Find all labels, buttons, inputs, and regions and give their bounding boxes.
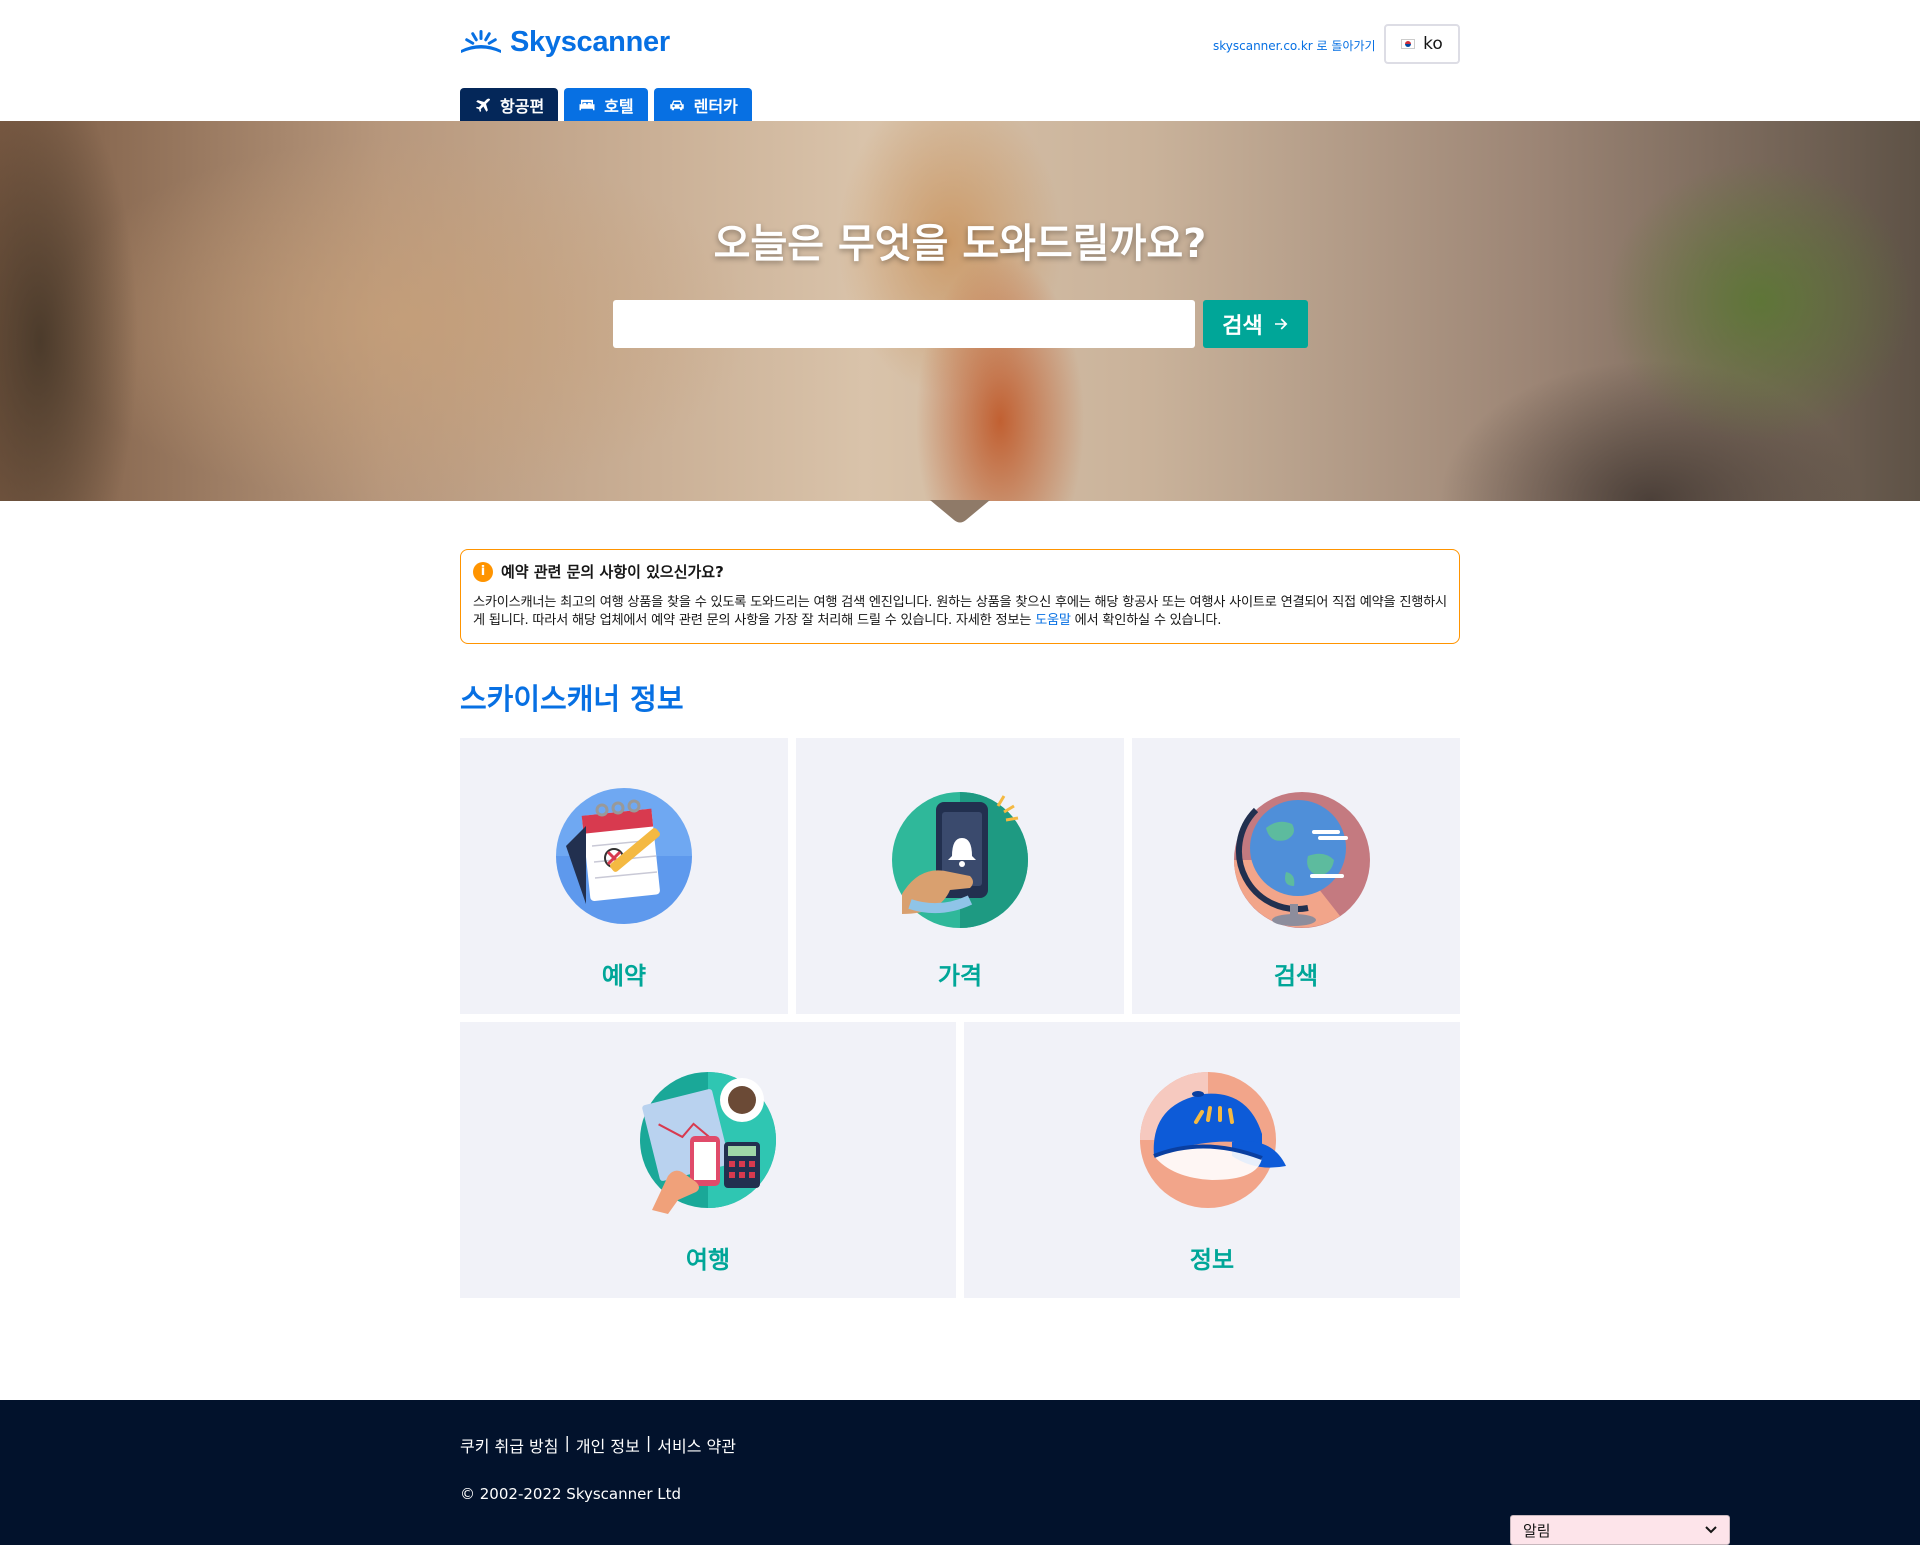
card-price[interactable]: 가격 [796,738,1124,1014]
info-icon: i [473,561,493,582]
card-label: 가격 [937,962,983,990]
footer-separator: | [564,1433,570,1452]
footer-separator: | [645,1433,652,1452]
card-search[interactable]: 검색 [1132,738,1460,1014]
card-travel[interactable]: 여행 [460,1022,956,1298]
globe-icon [1234,792,1370,928]
bed-icon [579,99,595,110]
help-search-input[interactable] [613,300,1195,348]
plane-icon [475,98,490,112]
booking-inquiry-notice: i 예약 관련 문의 사항이 있으신가요? 스카이스캐너는 최고의 여행 상품을… [460,549,1460,644]
card-label: 여행 [685,1246,731,1274]
tab-label: 항공편 [500,96,545,116]
hero-banner: 오늘은 무엇을 도와드릴까요? 검색 [0,121,1920,501]
card-info[interactable]: 정보 [964,1022,1460,1298]
search-button[interactable]: 검색 [1203,300,1308,348]
notice-text-2: 에서 확인하실 수 있습니다. [1070,613,1222,628]
search-button-label: 검색 [1222,313,1263,338]
notice-text-1: 스카이스캐너는 최고의 여행 상품을 찾을 수 있도록 도와드리는 여행 검색 … [473,595,1447,628]
card-label: 검색 [1273,962,1319,990]
back-to-site-link[interactable]: skyscanner.co.kr 로 돌아가기 [1213,37,1376,54]
tab-flights[interactable]: 항공편 [460,88,559,121]
car-icon [669,100,684,110]
phone-alert-icon [892,792,1028,928]
help-link[interactable]: 도움말 [1035,613,1071,628]
notice-header: i 예약 관련 문의 사항이 있으신가요? [473,561,1447,582]
hero-notch [930,500,990,523]
language-code: ko [1423,34,1443,54]
copyright: © 2002-2022 Skyscanner Ltd [460,1485,682,1503]
language-selector-button[interactable]: ko [1384,24,1460,64]
hero-title: 오늘은 무엇을 도와드릴까요? [713,221,1207,267]
section-title: 스카이스캐너 정보 [460,682,684,716]
card-label: 예약 [601,962,647,990]
logo-wordmark: Skyscanner [510,26,670,58]
cookie-policy-link[interactable]: 쿠키 취급 방침 [460,1433,559,1457]
alert-select[interactable]: 알림 [1510,1515,1730,1545]
travel-planning-icon [640,1072,776,1214]
tab-hotels[interactable]: 호텔 [564,88,648,121]
product-tabs: 항공편 호텔 렌터카 [460,88,752,121]
calendar-icon [556,788,692,924]
tab-label: 호텔 [604,96,634,116]
card-booking[interactable]: 예약 [460,738,788,1014]
skyscanner-logo[interactable]: Skyscanner [460,26,670,59]
footer: 쿠키 취급 방침 | 개인 정보 | 서비스 약관 © 2002-2022 Sk… [0,1400,1920,1545]
korea-flag-icon [1401,39,1416,49]
footer-links: 쿠키 취급 방침 | 개인 정보 | 서비스 약관 [460,1433,736,1457]
terms-link[interactable]: 서비스 약관 [657,1433,736,1457]
header: Skyscanner skyscanner.co.kr 로 돌아가기 ko 항공… [0,0,1920,121]
tab-car-rental[interactable]: 렌터카 [653,88,752,121]
sunrise-logo-icon [461,29,501,53]
notice-title: 예약 관련 문의 사항이 있으신가요? [501,563,724,581]
tab-label: 렌터카 [693,96,738,116]
cap-icon [1140,1072,1286,1208]
alert-select-value: 알림 [1523,1521,1551,1540]
arrow-right-icon [1274,318,1288,330]
notice-body: 스카이스캐너는 최고의 여행 상품을 찾을 수 있도록 도와드리는 여행 검색 … [473,594,1447,630]
privacy-link[interactable]: 개인 정보 [576,1433,640,1457]
card-label: 정보 [1189,1246,1235,1274]
chevron-down-icon [1705,1526,1717,1534]
